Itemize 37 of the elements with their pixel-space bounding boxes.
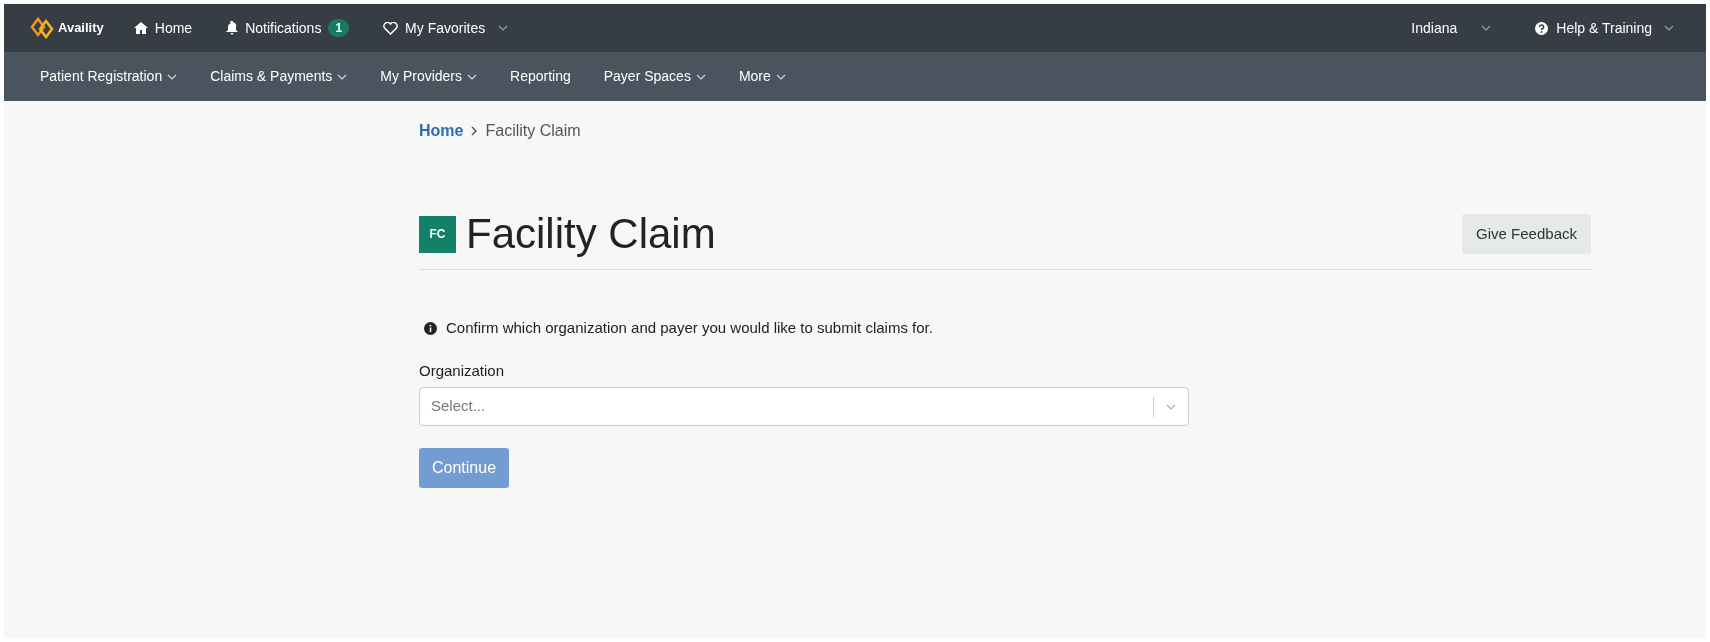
- bell-icon: [226, 21, 239, 35]
- logo-icon: [28, 17, 56, 39]
- info-message: Confirm which organization and payer you would like to submit claims for.: [446, 318, 933, 338]
- region-dropdown[interactable]: Indiana: [1411, 17, 1492, 39]
- chevron-down-icon: [337, 73, 348, 80]
- breadcrumb-current: Facility Claim: [485, 121, 581, 141]
- heart-icon: [383, 21, 399, 35]
- page-title: Facility Claim: [466, 209, 716, 259]
- menu-item[interactable]: Patient Registration: [40, 66, 178, 87]
- chevron-down-icon: [1166, 403, 1176, 410]
- nav-link[interactable]: My Favorites: [383, 17, 509, 39]
- notification-count: 1: [328, 19, 350, 37]
- info-icon: [424, 321, 437, 335]
- nav-link[interactable]: Home: [133, 17, 193, 39]
- menu-item[interactable]: Claims & Payments: [210, 66, 348, 87]
- chevron-down-icon: [167, 73, 178, 80]
- chevron-down-icon: [1481, 25, 1492, 31]
- chevron-right-icon: [471, 126, 478, 136]
- give-feedback-button[interactable]: Give Feedback: [1462, 214, 1591, 254]
- help-dropdown[interactable]: Help & Training: [1535, 17, 1674, 39]
- chevron-down-icon: [498, 25, 509, 31]
- menu-item[interactable]: Payer Spaces: [603, 66, 706, 87]
- chevron-down-icon: [775, 73, 786, 80]
- home-icon: [133, 22, 148, 34]
- nav-link[interactable]: Notifications 1: [226, 17, 350, 39]
- brand-logo[interactable]: Availity: [28, 17, 104, 39]
- chevron-down-icon: [695, 73, 706, 80]
- app-badge: FC: [419, 215, 456, 253]
- menu-item[interactable]: Reporting: [510, 66, 571, 87]
- chevron-down-icon: [467, 73, 478, 80]
- field-label: Organization: [419, 360, 505, 381]
- chevron-down-icon: [1664, 25, 1674, 31]
- menu-item[interactable]: More: [738, 66, 786, 87]
- organization-select[interactable]: Select...: [419, 387, 1189, 426]
- help-icon: [1535, 21, 1549, 35]
- menu-item[interactable]: My Providers: [380, 66, 478, 87]
- breadcrumb-link[interactable]: Home: [419, 119, 464, 143]
